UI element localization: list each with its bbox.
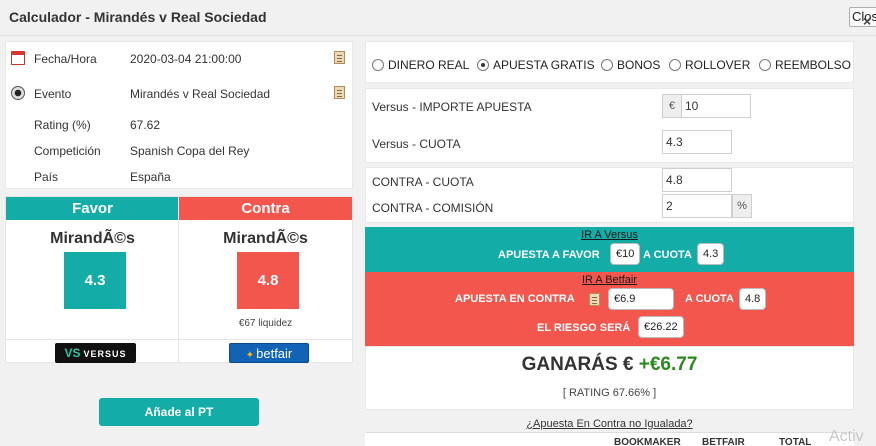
radio-circle[interactable] <box>601 59 613 71</box>
risk-label: EL RIESGO SERÁ <box>537 322 631 334</box>
col-betfair: BETFAIR <box>702 437 745 446</box>
info-row-datetime: Fecha/Hora 2020-03-04 21:00:00 <box>6 49 352 69</box>
window-title: Calculador - Mirandés v Real Sociedad <box>9 9 267 25</box>
os-activation-watermark: Activ <box>829 428 864 445</box>
versus-logo-mark: VS <box>64 346 81 360</box>
contra-liquidity: €67 liquidez <box>238 318 293 329</box>
info-label: País <box>34 170 59 184</box>
info-label: Competición <box>34 144 101 158</box>
versus-stake-input[interactable]: 10 <box>681 94 751 118</box>
result-panel: GANARÁS € +€6.77 [ RATING 67.66% ] <box>365 346 854 410</box>
event-info-panel: Fecha/Hora 2020-03-04 21:00:00 Evento Mi… <box>5 41 353 189</box>
radio-label: BONOS <box>617 58 661 72</box>
info-value: 2020-03-04 21:00:00 <box>130 52 242 66</box>
radio-label: REEMBOLSO <box>775 58 852 72</box>
favor-header: Favor <box>6 197 179 220</box>
divider <box>6 339 179 340</box>
soccer-ball-icon <box>11 86 25 100</box>
favor-odds: 4.3 <box>64 252 126 309</box>
col-bookmaker: BOOKMAKER <box>614 437 681 446</box>
versus-odds-label: A CUOTA <box>643 249 692 261</box>
currency-addon: € <box>662 94 682 118</box>
info-value: Spanish Copa del Rey <box>130 144 250 158</box>
betfair-star-icon: ✦ <box>245 350 255 361</box>
betfair-bet-label: APUESTA EN CONTRA <box>455 293 575 305</box>
info-row-event: Evento Mirandés v Real Sociedad <box>6 84 352 104</box>
favor-team-name: MirandÃ©s <box>50 230 135 247</box>
betfair-odds-label: A CUOTA <box>685 293 734 305</box>
add-to-pt-button[interactable]: Añade al PT <box>99 398 259 426</box>
breakdown-table-header: BOOKMAKER BETFAIR TOTAL <box>365 432 854 446</box>
versus-logo[interactable]: VS VERSUS <box>55 343 136 363</box>
contra-odds-input[interactable]: 4.8 <box>662 168 732 192</box>
versus-odds-chip: 4.3 <box>697 243 725 265</box>
radio-label: DINERO REAL <box>388 58 470 72</box>
unmatched-bet-link[interactable]: ¿Apuesta En Contra no Igualada? <box>365 418 854 430</box>
contra-odds: 4.8 <box>237 252 299 309</box>
versus-stake-label: Versus - IMPORTE APUESTA <box>372 100 532 114</box>
contra-odds-label: CONTRA - CUOTA <box>372 175 474 189</box>
percent-addon: % <box>732 194 752 218</box>
favor-card: Favor MirandÃ©s 4.3 VS VERSUS <box>5 196 180 363</box>
radio-dinero-real[interactable]: DINERO REAL <box>372 58 469 72</box>
info-label: Fecha/Hora <box>34 52 97 66</box>
copy-icon[interactable] <box>334 51 345 64</box>
info-label: Evento <box>34 87 72 101</box>
radio-circle-selected[interactable] <box>477 59 489 71</box>
col-total: TOTAL <box>779 437 812 446</box>
radio-label: APUESTA GRATIS <box>493 58 595 72</box>
versus-form: Versus - IMPORTE APUESTA € 10 Versus - C… <box>365 88 854 163</box>
profit-value: +€6.77 <box>638 354 698 375</box>
betfair-odds-chip: 4.8 <box>739 288 767 310</box>
versus-bet-label: APUESTA A FAVOR <box>498 249 600 261</box>
betfair-logo[interactable]: ✦ betfair <box>229 343 309 363</box>
window-titlebar: Calculador - Mirandés v Real Sociedad <box>0 0 876 36</box>
contra-form: CONTRA - CUOTA 4.8 CONTRA - COMISIÓN 2 % <box>365 167 854 223</box>
divider <box>179 339 352 340</box>
calendar-icon <box>11 51 25 65</box>
versus-amount: €10 <box>610 243 641 265</box>
radio-apuesta-gratis[interactable]: APUESTA GRATIS <box>477 58 595 72</box>
profit-label: GANARÁS € <box>521 354 634 375</box>
contra-team-name: MirandÃ©s <box>223 230 308 247</box>
radio-label: ROLLOVER <box>685 58 751 72</box>
result-rating: [ RATING 67.66% ] <box>562 387 657 399</box>
close-icon[interactable]: × <box>863 13 871 29</box>
info-row-competition: Competición Spanish Copa del Rey <box>6 141 352 161</box>
radio-reembolso[interactable]: REEMBOLSO <box>759 58 851 72</box>
radio-circle[interactable] <box>372 59 384 71</box>
copy-icon[interactable] <box>589 293 600 306</box>
contra-card: Contra MirandÃ©s 4.8 €67 liquidez ✦ betfa… <box>178 196 353 363</box>
versus-logo-text: VERSUS <box>83 349 127 359</box>
bet-type-selector: DINERO REAL APUESTA GRATIS BONOS ROLLOVE… <box>365 41 854 83</box>
betfair-amount[interactable]: €6.9 <box>608 288 674 310</box>
info-label: Rating (%) <box>34 118 91 132</box>
radio-rollover[interactable]: ROLLOVER <box>669 58 750 72</box>
info-row-country: País España <box>6 167 352 187</box>
info-value: España <box>130 170 171 184</box>
versus-odds-label: Versus - CUOTA <box>372 137 461 151</box>
risk-amount: €26.22 <box>638 316 684 338</box>
radio-bonos[interactable]: BONOS <box>601 58 660 72</box>
versus-odds-input[interactable]: 4.3 <box>662 130 732 154</box>
contra-commission-label: CONTRA - COMISIÓN <box>372 201 494 215</box>
go-to-betfair-link[interactable]: IR A Betfair <box>365 274 854 286</box>
profit-summary: GANARÁS € +€6.77 <box>366 354 853 376</box>
info-row-rating: Rating (%) 67.62 <box>6 115 352 135</box>
radio-circle[interactable] <box>759 59 771 71</box>
betfair-logo-text: betfair <box>256 346 293 361</box>
go-to-versus-link[interactable]: IR A Versus <box>365 229 854 241</box>
info-value: Mirandés v Real Sociedad <box>130 87 271 101</box>
radio-circle[interactable] <box>669 59 681 71</box>
versus-instruction-band: IR A Versus APUESTA A FAVOR €10 A CUOTA … <box>365 227 854 272</box>
copy-icon[interactable] <box>334 86 345 99</box>
contra-commission-input[interactable]: 2 <box>662 194 732 218</box>
betfair-instruction-band: IR A Betfair APUESTA EN CONTRA €6.9 A CU… <box>365 272 854 346</box>
scrollbar[interactable] <box>854 36 876 446</box>
info-value: 67.62 <box>130 118 161 132</box>
contra-header: Contra <box>179 197 352 220</box>
